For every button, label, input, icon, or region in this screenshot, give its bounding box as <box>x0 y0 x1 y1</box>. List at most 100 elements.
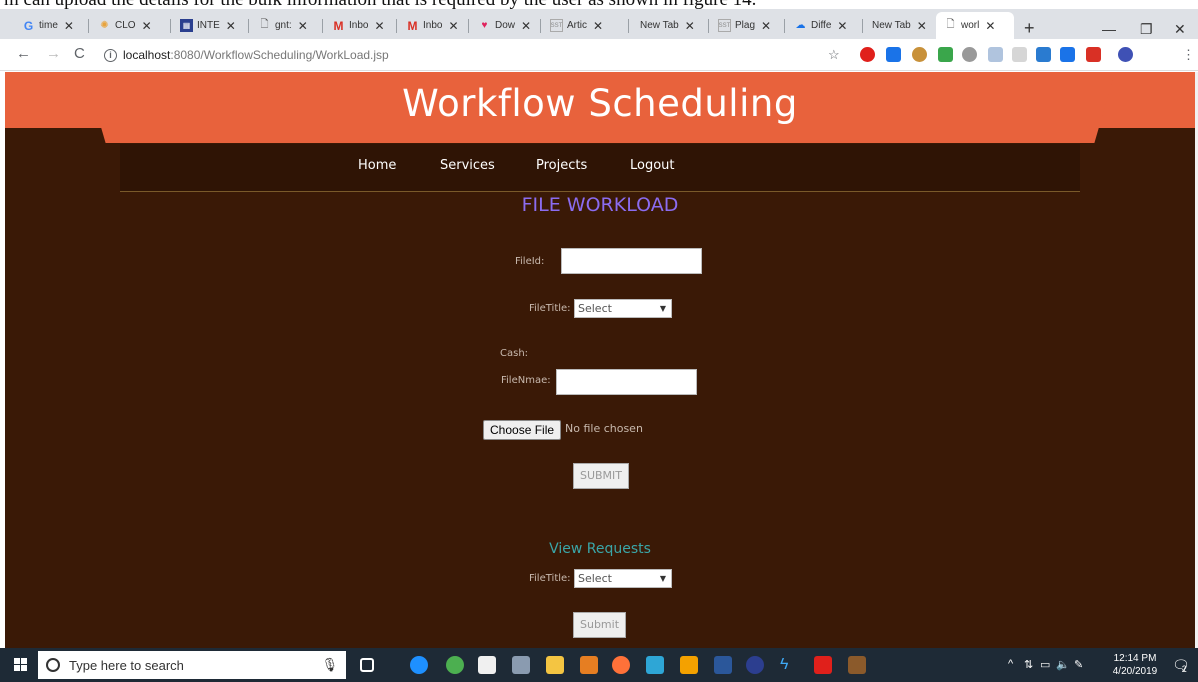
network-icon[interactable]: ⇅ <box>1024 658 1033 671</box>
tab-inbox-1[interactable]: M Inbo ✕ <box>324 12 385 39</box>
sublime-icon[interactable] <box>680 656 698 674</box>
taskbar-clock[interactable]: 12:14 PM 4/20/2019 <box>1106 652 1164 678</box>
tab-plag[interactable]: SST Plag ✕ <box>710 12 771 39</box>
grammar-extension-icon[interactable] <box>938 47 953 62</box>
p-extension-icon[interactable] <box>1060 47 1075 62</box>
close-icon[interactable]: ✕ <box>685 19 695 33</box>
close-window-icon[interactable]: ✕ <box>1174 21 1186 38</box>
chevron-down-icon: ▼ <box>659 574 666 583</box>
tab-label: Dow <box>495 20 516 31</box>
app-icon[interactable] <box>512 656 530 674</box>
filetitle-label: FileTitle: <box>529 303 571 314</box>
bookmark-star-icon[interactable]: ☆ <box>828 47 840 63</box>
volume-icon[interactable]: 🔈 <box>1056 658 1070 671</box>
lightning-icon[interactable]: ϟ <box>780 656 798 674</box>
close-icon[interactable]: ✕ <box>298 19 308 33</box>
requests-filetitle-select[interactable]: Select ▼ <box>574 569 672 588</box>
cookie-extension-icon[interactable] <box>912 47 927 62</box>
tab-download[interactable]: ♥ Dow ✕ <box>470 12 532 39</box>
edge-icon[interactable] <box>410 656 428 674</box>
chrome-icon[interactable] <box>446 656 464 674</box>
close-icon[interactable]: ✕ <box>374 19 384 33</box>
file-explorer-icon[interactable] <box>546 656 564 674</box>
fileid-input[interactable] <box>561 248 702 274</box>
tab-inbox-2[interactable]: M Inbo ✕ <box>398 12 459 39</box>
battery-icon[interactable]: ▭ <box>1040 658 1050 671</box>
taskbar-search[interactable]: Type here to search 🎙 <box>38 651 346 679</box>
close-icon[interactable]: ✕ <box>761 19 771 33</box>
tab-new-1[interactable]: New Tab ✕ <box>632 12 695 39</box>
notification-count: 2 <box>1181 664 1187 674</box>
tab-inte[interactable]: ▦ INTE ✕ <box>172 12 236 39</box>
filename-input[interactable] <box>556 369 697 395</box>
new-tab-button[interactable]: + <box>1024 18 1035 39</box>
close-icon[interactable]: ✕ <box>142 19 152 33</box>
opera-extension-icon[interactable] <box>860 47 875 62</box>
tab-label: time <box>39 20 58 31</box>
circle-extension-icon[interactable] <box>962 47 977 62</box>
firefox-icon[interactable] <box>612 656 630 674</box>
tab-label: gnt: <box>275 20 292 31</box>
close-icon[interactable]: ✕ <box>521 19 531 33</box>
close-icon[interactable]: ✕ <box>593 19 603 33</box>
filetitle-select[interactable]: Select ▼ <box>574 299 672 318</box>
submit-button[interactable]: SUBMIT <box>573 463 629 489</box>
notifications-icon[interactable]: 🗨2 <box>1172 657 1195 674</box>
requests-submit-button[interactable]: Submit <box>573 612 626 638</box>
tab-time[interactable]: G time ✕ <box>14 12 74 39</box>
word-icon[interactable] <box>714 656 732 674</box>
browser-tab-strip: G time ✕ ✺ CLO ✕ ▦ INTE ✕ 🗋 gnt: ✕ M Inbo ✕ M… <box>0 9 1198 39</box>
tab-diff[interactable]: ☁ Diffe ✕ <box>786 12 848 39</box>
tab-label: Diffe <box>811 20 832 31</box>
tab-gnt[interactable]: 🗋 gnt: ✕ <box>250 12 308 39</box>
tab-clo[interactable]: ✺ CLO ✕ <box>90 12 152 39</box>
back-icon[interactable]: ← <box>16 45 31 62</box>
tray-chevron-icon[interactable]: ^ <box>1008 658 1013 670</box>
infinity-extension-icon[interactable] <box>988 47 1003 62</box>
arrow-app-icon[interactable] <box>646 656 664 674</box>
chevron-down-icon: ▼ <box>659 304 666 313</box>
close-icon[interactable]: ✕ <box>917 19 927 33</box>
forward-icon[interactable]: → <box>46 45 61 62</box>
close-icon[interactable]: ✕ <box>226 19 236 33</box>
close-icon[interactable]: ✕ <box>448 19 458 33</box>
tab-label: worl <box>961 20 980 31</box>
pen-icon[interactable]: ✎ <box>1074 658 1083 671</box>
sst-icon: SST <box>718 19 731 32</box>
menu-services[interactable]: Services <box>440 158 495 173</box>
close-icon[interactable]: ✕ <box>837 19 847 33</box>
store-icon[interactable] <box>478 656 496 674</box>
tab-label: Plag <box>735 20 756 31</box>
clock-date: 4/20/2019 <box>1112 666 1158 677</box>
menu-logout[interactable]: Logout <box>630 158 675 173</box>
puzzle-app-icon[interactable] <box>580 656 598 674</box>
reload-icon[interactable]: C <box>74 45 85 62</box>
close-icon[interactable]: ✕ <box>985 19 995 33</box>
info-icon[interactable]: i <box>104 48 117 62</box>
profile-avatar[interactable] <box>1118 47 1133 62</box>
pdf-extension-icon[interactable] <box>1086 47 1101 62</box>
search-placeholder: Type here to search <box>69 657 184 673</box>
task-view-icon[interactable] <box>360 658 374 672</box>
close-icon[interactable]: ✕ <box>64 19 74 33</box>
acrobat-icon[interactable] <box>814 656 832 674</box>
no-file-label: No file chosen <box>565 422 643 435</box>
save-extension-icon[interactable] <box>1036 47 1051 62</box>
menu-projects[interactable]: Projects <box>536 158 587 173</box>
menu-dots-icon[interactable]: ⋮ <box>1182 47 1195 63</box>
choose-file-button[interactable]: Choose File <box>483 420 562 440</box>
microphone-icon[interactable]: 🎙 <box>321 657 338 673</box>
tab-workload[interactable]: 🗋 worl ✕ <box>936 12 1014 39</box>
page-title: FILE WORKLOAD <box>521 194 679 216</box>
tab-new-2[interactable]: New Tab ✕ <box>864 12 927 39</box>
tab-article[interactable]: SST Artic ✕ <box>542 12 603 39</box>
app-icon[interactable] <box>848 656 866 674</box>
minimize-icon[interactable]: — <box>1102 21 1116 37</box>
lock-extension-icon[interactable] <box>886 47 901 62</box>
restore-icon[interactable]: ❐ <box>1140 21 1153 38</box>
menu-home[interactable]: Home <box>358 158 396 173</box>
eclipse-icon[interactable] <box>746 656 764 674</box>
windows-start-icon[interactable] <box>14 658 28 672</box>
address-bar[interactable]: i localhost:8080/WorkflowScheduling/Work… <box>104 43 854 67</box>
mountain-extension-icon[interactable] <box>1012 47 1027 62</box>
